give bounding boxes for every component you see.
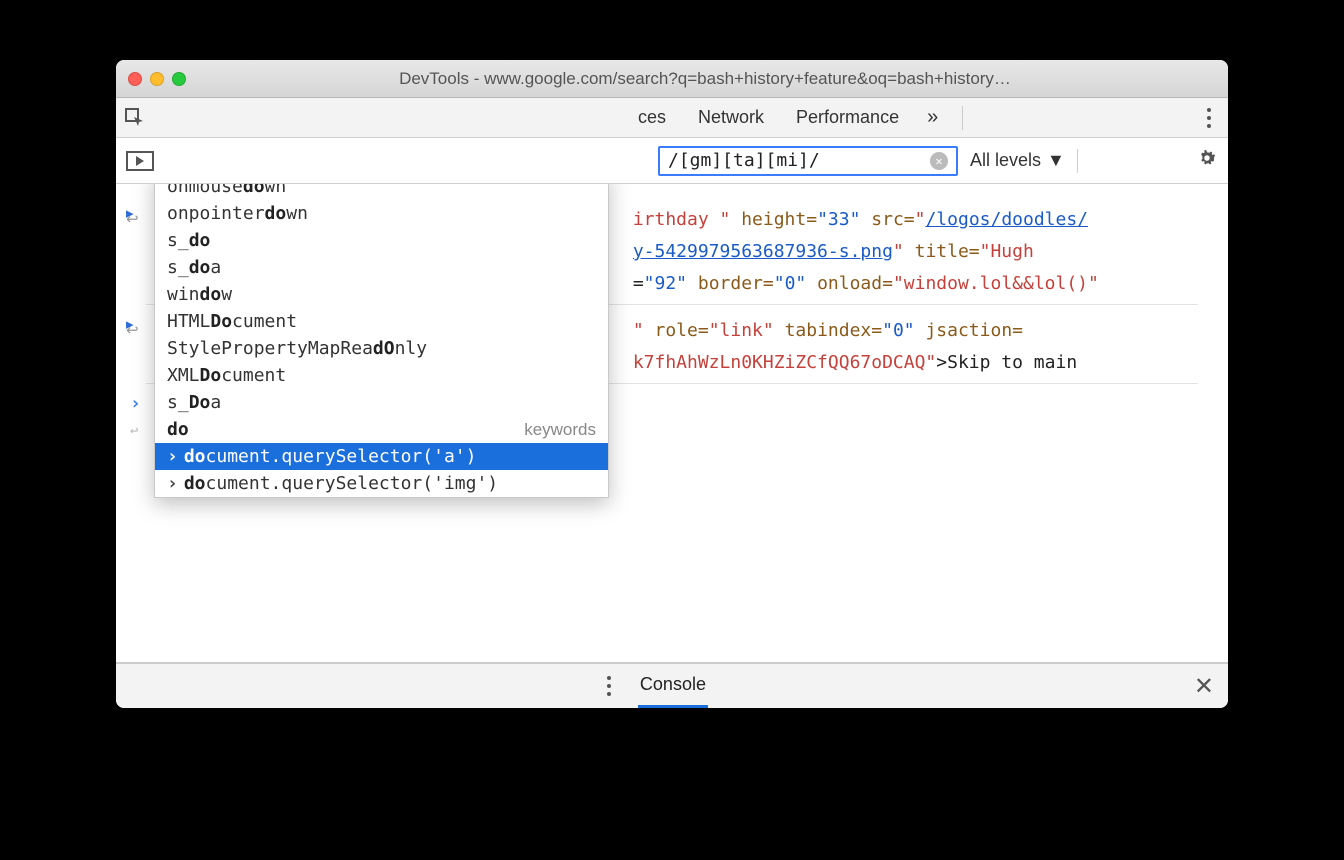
autocomplete-item[interactable]: s_Doa xyxy=(155,389,608,416)
autocomplete-item[interactable]: onpointerdown xyxy=(155,200,608,227)
devtools-tabs: Elements Console Sour ces Network Perfor… xyxy=(116,98,1228,138)
inspect-icon[interactable] xyxy=(124,107,146,129)
autocomplete-item[interactable]: dokeywords xyxy=(155,416,608,443)
chevron-down-icon: ▼ xyxy=(1047,150,1065,171)
return-icon: ↩ xyxy=(126,207,146,233)
execution-context-icon[interactable] xyxy=(126,151,154,171)
zoom-button[interactable] xyxy=(172,72,186,86)
console-toolbar: /[gm][ta][mi]/ ✕ All levels ▼ xyxy=(116,138,1228,184)
close-icon[interactable]: ✕ xyxy=(1194,672,1214,701)
settings-menu[interactable] xyxy=(1198,108,1220,128)
tab-sources-partial[interactable]: ces xyxy=(634,107,670,128)
drawer: Console ✕ xyxy=(116,662,1228,708)
autocomplete-item[interactable]: HTMLDocument xyxy=(155,308,608,335)
traffic-lights xyxy=(128,72,186,86)
log-levels-dropdown[interactable]: All levels ▼ xyxy=(970,150,1065,171)
console-filter-input[interactable]: /[gm][ta][mi]/ ✕ xyxy=(658,146,958,176)
chevron-right-icon: › xyxy=(130,393,141,414)
autocomplete-item[interactable]: document.querySelector('a') xyxy=(155,443,608,470)
autocomplete-item[interactable]: window xyxy=(155,281,608,308)
autocomplete-hint: keywords xyxy=(524,420,596,440)
autocomplete-item[interactable]: StylePropertyMapReadOnly xyxy=(155,335,608,362)
minimize-button[interactable] xyxy=(150,72,164,86)
return-icon: ↩ xyxy=(130,423,138,439)
titlebar: DevTools - www.google.com/search?q=bash+… xyxy=(116,60,1228,98)
url-link[interactable]: /logos/doodles/ xyxy=(925,209,1088,230)
autocomplete-item[interactable]: s_doa xyxy=(155,254,608,281)
console-settings-icon[interactable] xyxy=(1196,147,1218,174)
filter-text: /[gm][ta][mi]/ xyxy=(668,150,820,171)
window-title: DevTools - www.google.com/search?q=bash+… xyxy=(194,69,1216,89)
drawer-menu[interactable] xyxy=(598,676,620,696)
tab-network[interactable]: Network xyxy=(694,107,768,128)
return-icon: ↩ xyxy=(126,318,146,344)
clear-filter-icon[interactable]: ✕ xyxy=(930,152,948,170)
close-button[interactable] xyxy=(128,72,142,86)
autocomplete-item[interactable]: onmousedown xyxy=(155,184,608,200)
autocomplete-item[interactable]: XMLDocument xyxy=(155,362,608,389)
devtools-window: DevTools - www.google.com/search?q=bash+… xyxy=(116,60,1228,708)
autocomplete-dropdown: onmousedownonpointerdowns_dos_doawindowH… xyxy=(154,184,609,498)
separator xyxy=(962,106,963,130)
separator xyxy=(1077,149,1078,173)
tabs-overflow[interactable]: » xyxy=(927,106,938,129)
url-link[interactable]: y-5429979563687936-s.png xyxy=(633,241,893,262)
drawer-tab-console[interactable]: Console xyxy=(638,664,708,708)
autocomplete-item[interactable]: s_do xyxy=(155,227,608,254)
autocomplete-item[interactable]: document.querySelector('img') xyxy=(155,470,608,497)
tab-performance[interactable]: Performance xyxy=(792,107,903,128)
console-content: onmousedownonpointerdowns_dos_doawindowH… xyxy=(116,184,1228,662)
